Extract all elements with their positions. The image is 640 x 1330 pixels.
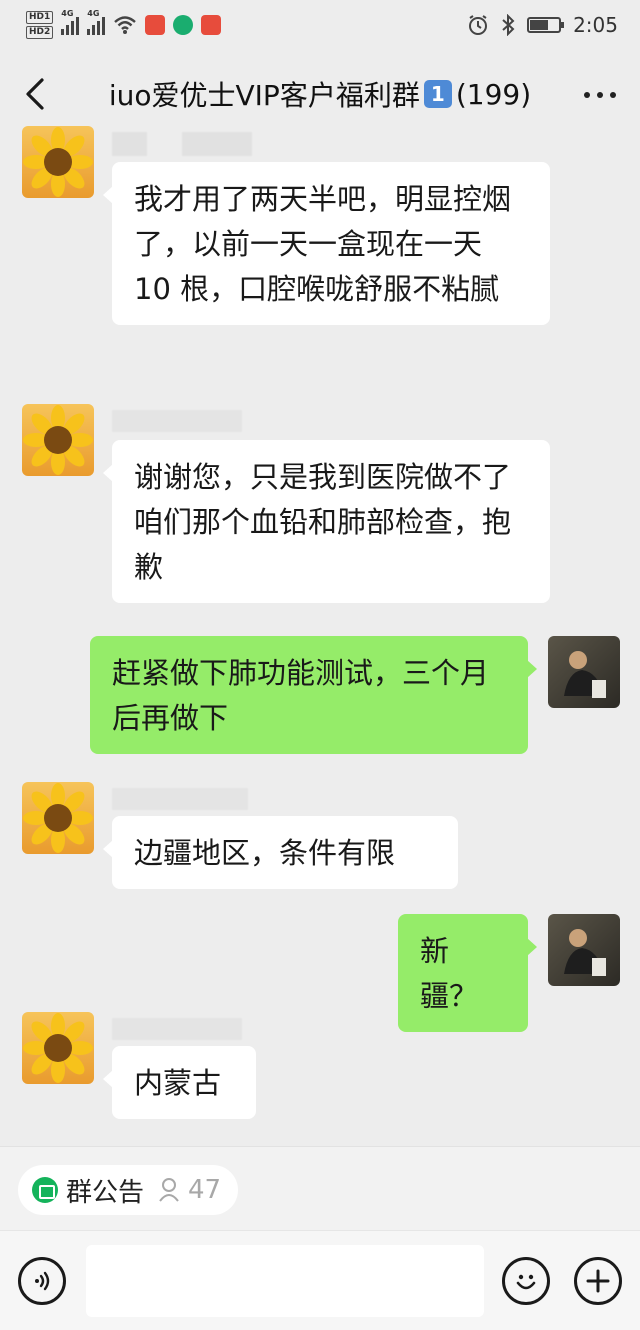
- sender-name: [112, 410, 242, 432]
- signal-icon-2: 4G: [87, 9, 106, 35]
- message-text: 新疆？: [420, 934, 479, 1013]
- smile-icon: [516, 1274, 536, 1290]
- voice-icon: [35, 1271, 50, 1291]
- sender-name: [112, 788, 248, 810]
- announcement-label: 群公告: [66, 1177, 145, 1208]
- keycap-badge: 1: [423, 80, 452, 108]
- sunflower-icon: [23, 783, 93, 853]
- status-left: HD1 HD2 4G 4G: [26, 9, 222, 40]
- emoji-button[interactable]: [502, 1257, 550, 1305]
- plus-icon: [586, 1269, 610, 1293]
- battery-icon: [527, 17, 565, 33]
- user-photo-icon: [564, 929, 606, 976]
- avatar[interactable]: [22, 126, 94, 198]
- avatar[interactable]: [22, 404, 94, 476]
- avatar[interactable]: [548, 914, 620, 986]
- back-arrow-icon[interactable]: [22, 76, 52, 112]
- sunflower-icon: [23, 405, 93, 475]
- hd-indicator: HD1 HD2: [26, 10, 54, 40]
- network-type-1: 4G: [61, 9, 74, 18]
- hd2-label: HD2: [26, 26, 54, 39]
- message-text: 边疆地区，条件有限: [134, 836, 396, 870]
- network-type-2: 4G: [87, 9, 100, 18]
- message-bubble[interactable]: 内蒙古: [103, 1046, 256, 1119]
- sender-name: [112, 1018, 242, 1040]
- status-time: 2:05: [573, 13, 618, 37]
- app-notification-icon: [173, 15, 194, 35]
- hd1-label: HD1: [26, 11, 54, 24]
- more-options-icon[interactable]: [584, 92, 616, 98]
- announcement-icon: [32, 1177, 58, 1203]
- sunflower-icon: [23, 1013, 93, 1083]
- message-bubble[interactable]: 赶紧做下肺功能测试，三个月后再做下: [90, 636, 537, 754]
- message-bubble[interactable]: 边疆地区，条件有限: [103, 816, 458, 889]
- message-text: 谢谢您，只是我到医院做不了咱们那个血铅和肺部检查，抱歉: [134, 460, 512, 584]
- member-count: 47: [188, 1175, 222, 1205]
- status-right: 2:05: [467, 13, 618, 37]
- member-total: (199): [455, 77, 532, 111]
- chat-title: iuo爱优士VIP客户福利群 1 (199): [109, 74, 531, 114]
- avatar[interactable]: [22, 782, 94, 854]
- sunflower-icon: [23, 127, 93, 197]
- group-name: iuo爱优士VIP客户福利群: [108, 79, 420, 112]
- message-bubble[interactable]: 我才用了两天半吧，明显控烟了，以前一天一盒现在一天 10 根，口腔喉咙舒服不粘腻: [103, 162, 550, 325]
- announcement-bar: 群公告 47: [0, 1146, 640, 1230]
- message-text: 赶紧做下肺功能测试，三个月后再做下: [112, 656, 490, 735]
- signal-icon: 4G: [61, 9, 80, 35]
- avatar[interactable]: [22, 1012, 94, 1084]
- input-bar: [0, 1230, 640, 1330]
- avatar[interactable]: [548, 636, 620, 708]
- voice-input-button[interactable]: [18, 1257, 66, 1305]
- app-notification-icon: [201, 15, 222, 35]
- message-bubble[interactable]: 谢谢您，只是我到医院做不了咱们那个血铅和肺部检查，抱歉: [103, 440, 550, 603]
- bluetooth-icon: [502, 14, 515, 36]
- battery-level: [530, 20, 549, 30]
- message-input[interactable]: [86, 1245, 484, 1317]
- message-bubble[interactable]: 新疆？: [398, 914, 537, 1032]
- more-functions-button[interactable]: [574, 1257, 622, 1305]
- user-photo-icon: [564, 651, 606, 698]
- chat-header: iuo爱优士VIP客户福利群 1 (199): [0, 50, 640, 138]
- sender-name: [112, 132, 252, 156]
- alarm-icon: [469, 15, 488, 35]
- wifi-icon: [114, 16, 137, 34]
- app-notification-icon: [145, 15, 166, 35]
- member-icon: [159, 1178, 179, 1202]
- status-bar: HD1 HD2 4G 4G 2:05: [0, 0, 640, 50]
- message-text: 内蒙古: [134, 1066, 222, 1100]
- group-announcement-button[interactable]: 群公告 47: [18, 1165, 238, 1215]
- message-text: 我才用了两天半吧，明显控烟了，以前一天一盒现在一天 10 根，口腔喉咙舒服不粘腻: [134, 182, 512, 306]
